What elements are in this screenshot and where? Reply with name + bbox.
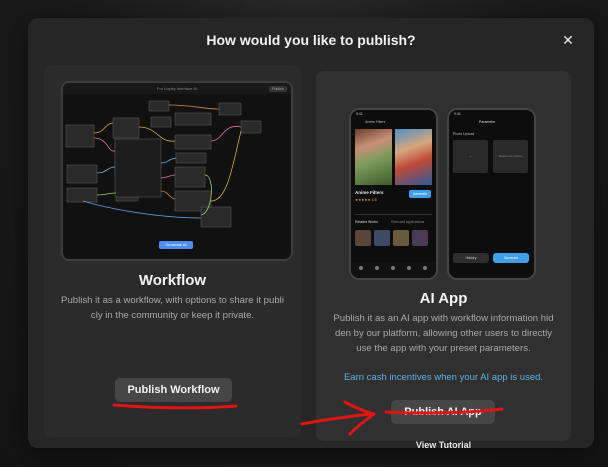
upload-tile: + bbox=[453, 140, 488, 173]
app-parameter-phone: 9:41 Parameter Photo Upload + Select one… bbox=[447, 108, 536, 280]
app-rating: ★★★★★ 4.8 bbox=[355, 198, 377, 202]
related-thumb bbox=[412, 230, 428, 246]
publish-dialog: How would you like to publish? ✕ For Liq… bbox=[28, 18, 594, 450]
workflow-preview-image: For Liquity Interface AI Publish Generat… bbox=[61, 81, 293, 261]
app-title: Anime Filters bbox=[355, 190, 384, 195]
publish-workflow-button[interactable]: Publish Workflow bbox=[115, 378, 232, 402]
related-thumb bbox=[355, 230, 371, 246]
upload-tile-select: Select one picture bbox=[493, 140, 528, 173]
phone-divider bbox=[355, 214, 432, 215]
close-icon[interactable]: ✕ bbox=[560, 32, 576, 48]
ai-app-description-line: den by our platform, allowing other user… bbox=[334, 328, 553, 339]
related-thumb bbox=[374, 230, 390, 246]
dialog-title: How would you like to publish? bbox=[206, 32, 416, 48]
phone-header: Anime Filters bbox=[365, 120, 386, 124]
nav-icons bbox=[359, 266, 427, 270]
upload-label: Photo Upload bbox=[453, 132, 475, 136]
related-thumb bbox=[393, 230, 409, 246]
ai-app-description: Publish it as an AI app with workflow in… bbox=[324, 311, 563, 356]
workflow-heading: Workflow bbox=[138, 272, 207, 289]
publish-ai-app-button[interactable]: Publish AI App bbox=[391, 400, 495, 424]
history-button: History bbox=[453, 253, 489, 263]
phone-bottom-nav bbox=[351, 262, 436, 278]
workflow-description: Publish it as a workflow, with options t… bbox=[54, 293, 291, 323]
earn-incentives-link[interactable]: Earn cash incentives when your AI app is… bbox=[316, 372, 571, 383]
related-works-label: Related Works bbox=[355, 220, 378, 224]
preview-generate-button: Generate AI bbox=[159, 241, 193, 249]
sample-image-left bbox=[355, 129, 392, 185]
phone-status-time: 9:41 bbox=[356, 112, 363, 116]
generate-button: Generate bbox=[493, 253, 529, 263]
ai-app-option-card[interactable]: 9:41 Anime Filters Anime Filters ★★★★★ 4… bbox=[316, 71, 571, 450]
workflow-description-line: cly in the community or keep it private. bbox=[90, 310, 255, 321]
phone-header: Parameter bbox=[479, 120, 496, 124]
workflow-option-card[interactable]: For Liquity Interface AI Publish Generat… bbox=[44, 65, 301, 437]
phone-generate-button: Generate bbox=[409, 190, 431, 198]
app-preview-phone: 9:41 Anime Filters Anime Filters ★★★★★ 4… bbox=[349, 108, 438, 280]
ai-app-description-line: use the app with your preset parameters. bbox=[356, 343, 531, 354]
ai-app-heading: AI App bbox=[419, 290, 468, 307]
workflow-graph bbox=[65, 100, 262, 228]
sample-image-right bbox=[395, 129, 432, 185]
view-tutorial-link[interactable]: View Tutorial bbox=[316, 440, 571, 450]
ai-app-description-line: Publish it as an AI app with workflow in… bbox=[333, 313, 554, 324]
relevant-apps-label: Relevant applications bbox=[391, 220, 425, 224]
phone-status-time: 9:41 bbox=[454, 112, 461, 116]
workflow-description-line: Publish it as a workflow, with options t… bbox=[61, 295, 284, 306]
